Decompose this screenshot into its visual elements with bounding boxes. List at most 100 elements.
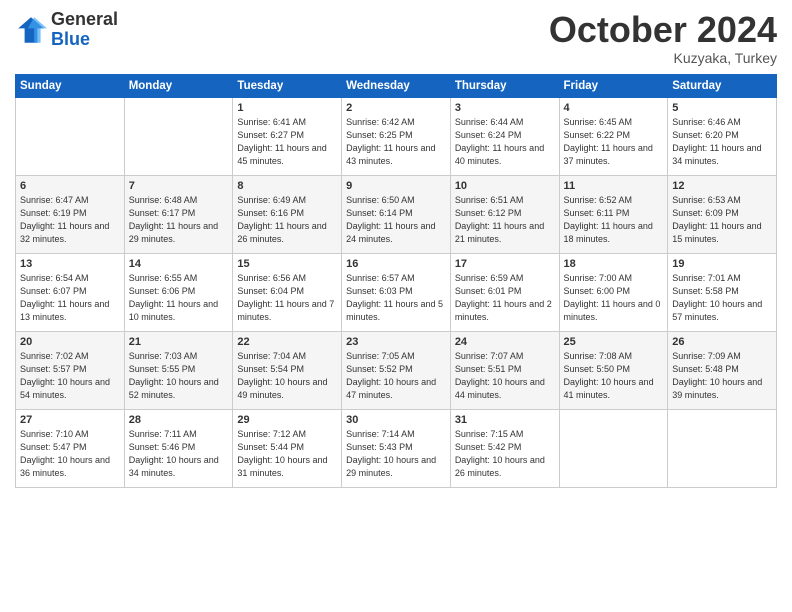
day-cell: 5 Sunrise: 6:46 AMSunset: 6:20 PMDaylight… (668, 97, 777, 175)
day-number: 2 (346, 102, 446, 114)
day-cell: 18Sunrise: 7:00 AMSunset: 6:00 PMDayligh… (559, 253, 668, 331)
day-cell (668, 409, 777, 487)
logo-text: General Blue (51, 10, 118, 50)
title-block: October 2024 Kuzyaka, Turkey (549, 10, 777, 66)
day-cell: 11 Sunrise: 6:52 AMSunset: 6:11 PMDayligh… (559, 175, 668, 253)
day-info: Sunrise: 6:46 AMSunset: 6:20 PMDaylight:… (672, 116, 772, 168)
day-cell (124, 97, 233, 175)
day-cell: 12 Sunrise: 6:53 AMSunset: 6:09 PMDayligh… (668, 175, 777, 253)
day-number: 30 (346, 414, 446, 426)
day-number: 9 (346, 180, 446, 192)
day-number: 12 (672, 180, 772, 192)
day-cell: 21Sunrise: 7:03 AMSunset: 5:55 PMDayligh… (124, 331, 233, 409)
day-cell: 4Sunrise: 6:45 AMSunset: 6:22 PMDaylight… (559, 97, 668, 175)
day-cell: 13 Sunrise: 6:54 AMSunset: 6:07 PMDayligh… (16, 253, 125, 331)
day-cell: 8 Sunrise: 6:49 AMSunset: 6:16 PMDaylight… (233, 175, 342, 253)
day-number: 14 (129, 258, 229, 270)
day-number: 24 (455, 336, 555, 348)
day-number: 6 (20, 180, 120, 192)
day-number: 15 (237, 258, 337, 270)
day-info: Sunrise: 6:50 AMSunset: 6:14 PMDaylight:… (346, 194, 446, 246)
day-number: 4 (564, 102, 664, 114)
day-info: Sunrise: 6:55 AMSunset: 6:06 PMDaylight:… (129, 272, 229, 324)
day-info: Sunrise: 7:10 AMSunset: 5:47 PMDaylight:… (20, 428, 120, 480)
month-title: October 2024 (549, 10, 777, 50)
day-info: Sunrise: 6:57 AMSunset: 6:03 PMDaylight:… (346, 272, 446, 324)
day-info: Sunrise: 6:44 AMSunset: 6:24 PMDaylight:… (455, 116, 555, 168)
day-number: 25 (564, 336, 664, 348)
day-info: Sunrise: 6:42 AMSunset: 6:25 PMDaylight:… (346, 116, 446, 168)
day-info: Sunrise: 6:54 AMSunset: 6:07 PMDaylight:… (20, 272, 120, 324)
day-number: 28 (129, 414, 229, 426)
day-info: Sunrise: 7:04 AMSunset: 5:54 PMDaylight:… (237, 350, 337, 402)
day-info: Sunrise: 6:51 AMSunset: 6:12 PMDaylight:… (455, 194, 555, 246)
day-cell: 3 Sunrise: 6:44 AMSunset: 6:24 PMDaylight… (450, 97, 559, 175)
day-cell: 28Sunrise: 7:11 AMSunset: 5:46 PMDayligh… (124, 409, 233, 487)
day-info: Sunrise: 6:56 AMSunset: 6:04 PMDaylight:… (237, 272, 337, 324)
week-row-3: 13 Sunrise: 6:54 AMSunset: 6:07 PMDayligh… (16, 253, 777, 331)
day-number: 16 (346, 258, 446, 270)
header-monday: Monday (124, 74, 233, 97)
logo: General Blue (15, 10, 118, 50)
day-cell (16, 97, 125, 175)
location-subtitle: Kuzyaka, Turkey (549, 50, 777, 66)
day-info: Sunrise: 7:00 AMSunset: 6:00 PMDaylight:… (564, 272, 664, 324)
day-cell: 22 Sunrise: 7:04 AMSunset: 5:54 PMDayligh… (233, 331, 342, 409)
day-cell: 31 Sunrise: 7:15 AMSunset: 5:42 PMDayligh… (450, 409, 559, 487)
day-info: Sunrise: 6:49 AMSunset: 6:16 PMDaylight:… (237, 194, 337, 246)
day-cell (559, 409, 668, 487)
day-info: Sunrise: 7:08 AMSunset: 5:50 PMDaylight:… (564, 350, 664, 402)
day-info: Sunrise: 6:53 AMSunset: 6:09 PMDaylight:… (672, 194, 772, 246)
day-info: Sunrise: 7:07 AMSunset: 5:51 PMDaylight:… (455, 350, 555, 402)
day-number: 26 (672, 336, 772, 348)
day-cell: 14 Sunrise: 6:55 AMSunset: 6:06 PMDayligh… (124, 253, 233, 331)
day-cell: 19Sunrise: 7:01 AMSunset: 5:58 PMDayligh… (668, 253, 777, 331)
day-cell: 2 Sunrise: 6:42 AMSunset: 6:25 PMDaylight… (342, 97, 451, 175)
day-cell: 27 Sunrise: 7:10 AMSunset: 5:47 PMDayligh… (16, 409, 125, 487)
day-number: 23 (346, 336, 446, 348)
day-cell: 6 Sunrise: 6:47 AMSunset: 6:19 PMDaylight… (16, 175, 125, 253)
logo-general-text: General (51, 10, 118, 30)
day-number: 8 (237, 180, 337, 192)
header-friday: Friday (559, 74, 668, 97)
day-number: 27 (20, 414, 120, 426)
day-info: Sunrise: 6:47 AMSunset: 6:19 PMDaylight:… (20, 194, 120, 246)
day-number: 3 (455, 102, 555, 114)
day-number: 19 (672, 258, 772, 270)
day-info: Sunrise: 6:52 AMSunset: 6:11 PMDaylight:… (564, 194, 664, 246)
day-cell: 16 Sunrise: 6:57 AMSunset: 6:03 PMDayligh… (342, 253, 451, 331)
day-number: 20 (20, 336, 120, 348)
day-number: 10 (455, 180, 555, 192)
day-info: Sunrise: 6:48 AMSunset: 6:17 PMDaylight:… (129, 194, 229, 246)
day-cell: 26 Sunrise: 7:09 AMSunset: 5:48 PMDayligh… (668, 331, 777, 409)
day-number: 31 (455, 414, 555, 426)
header-saturday: Saturday (668, 74, 777, 97)
week-row-1: 1Sunrise: 6:41 AMSunset: 6:27 PMDaylight… (16, 97, 777, 175)
day-info: Sunrise: 6:41 AMSunset: 6:27 PMDaylight:… (237, 116, 337, 168)
day-cell: 15 Sunrise: 6:56 AMSunset: 6:04 PMDayligh… (233, 253, 342, 331)
header-tuesday: Tuesday (233, 74, 342, 97)
logo-icon (15, 14, 47, 46)
day-info: Sunrise: 7:14 AMSunset: 5:43 PMDaylight:… (346, 428, 446, 480)
day-cell: 25 Sunrise: 7:08 AMSunset: 5:50 PMDayligh… (559, 331, 668, 409)
header-thursday: Thursday (450, 74, 559, 97)
day-number: 21 (129, 336, 229, 348)
day-info: Sunrise: 7:05 AMSunset: 5:52 PMDaylight:… (346, 350, 446, 402)
day-info: Sunrise: 7:15 AMSunset: 5:42 PMDaylight:… (455, 428, 555, 480)
day-number: 5 (672, 102, 772, 114)
day-number: 11 (564, 180, 664, 192)
weekday-header-row: Sunday Monday Tuesday Wednesday Thursday… (16, 74, 777, 97)
day-cell: 29Sunrise: 7:12 AMSunset: 5:44 PMDayligh… (233, 409, 342, 487)
day-info: Sunrise: 6:59 AMSunset: 6:01 PMDaylight:… (455, 272, 555, 324)
calendar-page: General Blue October 2024 Kuzyaka, Turke… (0, 0, 792, 612)
header-wednesday: Wednesday (342, 74, 451, 97)
day-number: 29 (237, 414, 337, 426)
day-number: 13 (20, 258, 120, 270)
calendar-table: Sunday Monday Tuesday Wednesday Thursday… (15, 74, 777, 488)
day-cell: 20Sunrise: 7:02 AMSunset: 5:57 PMDayligh… (16, 331, 125, 409)
day-info: Sunrise: 7:09 AMSunset: 5:48 PMDaylight:… (672, 350, 772, 402)
header-sunday: Sunday (16, 74, 125, 97)
day-number: 22 (237, 336, 337, 348)
day-number: 7 (129, 180, 229, 192)
day-cell: 30 Sunrise: 7:14 AMSunset: 5:43 PMDayligh… (342, 409, 451, 487)
